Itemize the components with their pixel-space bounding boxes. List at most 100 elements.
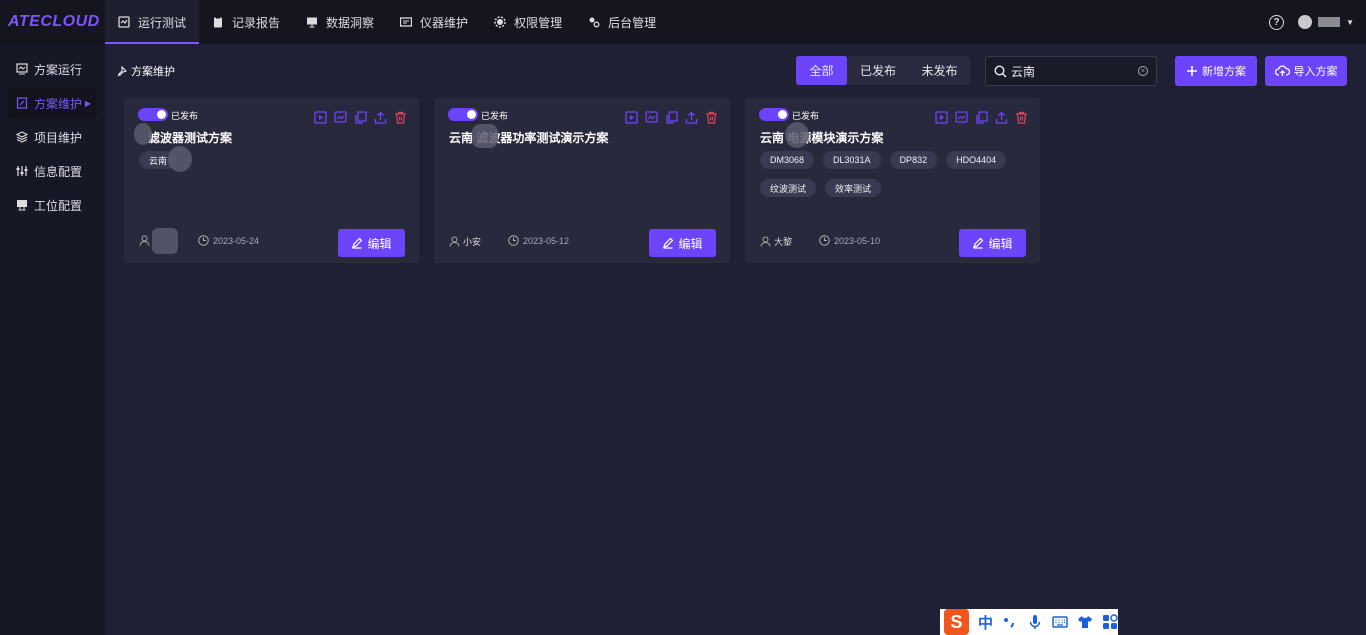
filter-unpublished[interactable]: 未发布 [909, 56, 970, 85]
ime-language-toggle[interactable]: 中 [978, 612, 993, 633]
data-insight-icon [306, 16, 318, 28]
nav-data-insight[interactable]: 数据洞察 [293, 0, 387, 44]
owner-name: 大黎 [774, 237, 793, 247]
plan-owner [139, 235, 153, 246]
plan-tag: HDO4404 [946, 151, 1007, 169]
instrument-icon [400, 16, 413, 28]
edit-button[interactable]: 编辑 [649, 229, 716, 257]
delete-icon[interactable] [705, 111, 718, 124]
sidebar-item-label: 方案运行 [34, 62, 83, 77]
nav-admin[interactable]: 后台管理 [575, 0, 669, 44]
clock-icon [819, 235, 830, 246]
edit-button[interactable]: 编辑 [959, 229, 1026, 257]
user-icon [139, 235, 150, 246]
add-plan-label: 新增方案 [1202, 66, 1246, 78]
card-actions [935, 111, 1028, 124]
plan-date: 2023-05-24 [198, 235, 259, 246]
report-icon [212, 16, 224, 28]
edit-label: 编辑 [988, 236, 1013, 251]
plan-card: 已发布 云南 电源模块演示方案 DM3068 DL3031A DP832 HDO… [745, 98, 1040, 263]
copy-icon[interactable] [665, 111, 678, 124]
card-actions [625, 111, 718, 124]
copy-icon[interactable] [354, 111, 367, 124]
export-icon[interactable] [685, 111, 698, 124]
plan-tag: DP832 [889, 151, 938, 169]
sidebar-item-label: 方案维护 [34, 96, 83, 111]
page-title: 方案维护 [117, 63, 175, 79]
redaction-blur [152, 228, 178, 254]
sogou-logo-icon[interactable]: S [944, 609, 969, 635]
redaction-blur [472, 124, 498, 148]
search-icon [994, 64, 1007, 77]
clear-icon[interactable]: × [1138, 66, 1148, 76]
keyboard-icon[interactable] [1052, 614, 1068, 630]
plan-date: 2023-05-12 [508, 235, 569, 246]
sidebar-item-station-config[interactable]: 工位配置 [8, 190, 97, 220]
nav-instrument[interactable]: 仪器维护 [387, 0, 481, 44]
search-input[interactable] [1011, 64, 1131, 78]
nav-permission[interactable]: 权限管理 [481, 0, 575, 44]
user-menu[interactable]: ▼ [1298, 15, 1354, 29]
nav-report[interactable]: 记录报告 [199, 0, 293, 44]
sidebar-item-project[interactable]: 项目维护 [8, 122, 97, 152]
publish-toggle[interactable] [448, 108, 478, 121]
edit-button[interactable]: 编辑 [338, 229, 405, 257]
date-text: 2023-05-12 [523, 235, 570, 246]
import-plan-button[interactable]: 导入方案 [1265, 56, 1347, 86]
main-nav: 运行测试 记录报告 数据洞察 仪器维护 权限管理 后台管理 [105, 0, 669, 44]
apps-grid-icon[interactable] [1102, 614, 1118, 630]
sidebar-item-plan-maintain[interactable]: 方案维护 ▶ [8, 88, 97, 118]
cloud-upload-icon [1274, 65, 1290, 76]
plan-card: 已发布 云南 滤波器功率测试演示方案 小安 2023-05-12 编辑 [434, 98, 730, 263]
import-plan-label: 导入方案 [1293, 66, 1338, 78]
run-icon[interactable] [625, 111, 638, 124]
plan-date: 2023-05-10 [819, 235, 880, 246]
publish-filter: 全部 已发布 未发布 [796, 56, 970, 85]
admin-icon [588, 16, 600, 28]
help-icon[interactable]: ? [1269, 14, 1285, 30]
copy-icon[interactable] [975, 111, 988, 124]
sidebar: 方案运行 方案维护 ▶ 项目维护 信息配置 工位配置 [0, 44, 105, 635]
plan-title[interactable]: 云南 电源模块演示方案 [760, 129, 883, 146]
nav-label: 记录报告 [232, 15, 281, 30]
run-icon[interactable] [314, 111, 327, 124]
run-test-icon [118, 16, 130, 28]
publish-status: 已发布 [171, 111, 199, 121]
export-icon[interactable] [374, 111, 387, 124]
plan-owner: 小安 [449, 235, 481, 248]
export-icon[interactable] [995, 111, 1008, 124]
user-icon [760, 236, 771, 247]
delete-icon[interactable] [394, 111, 407, 124]
chart-icon[interactable] [645, 111, 658, 124]
nav-run-test[interactable]: 运行测试 [105, 0, 200, 44]
edit-label: 编辑 [367, 236, 392, 251]
plan-maintain-icon [16, 97, 28, 109]
sidebar-item-plan-run[interactable]: 方案运行 [8, 54, 97, 84]
delete-icon[interactable] [1015, 111, 1028, 124]
app-logo[interactable]: ATECLOUD [0, 13, 105, 31]
run-icon[interactable] [935, 111, 948, 124]
sidebar-item-label: 项目维护 [34, 130, 83, 145]
nav-label: 运行测试 [138, 15, 187, 30]
search-box: × [985, 56, 1157, 86]
publish-status: 已发布 [792, 111, 820, 121]
chart-icon[interactable] [955, 111, 968, 124]
plan-title[interactable]: 滤波器测试方案 [148, 129, 232, 146]
chart-icon[interactable] [334, 111, 347, 124]
punctuation-icon[interactable] [1002, 614, 1018, 630]
publish-toggle[interactable] [759, 108, 789, 121]
chevron-down-icon: ▼ [1346, 17, 1354, 27]
caret-right-icon: ▶ [84, 98, 91, 108]
skin-shirt-icon[interactable] [1077, 614, 1093, 630]
plan-owner: 大黎 [760, 235, 792, 248]
user-icon [449, 236, 460, 247]
sidebar-item-label: 工位配置 [34, 198, 83, 213]
add-plan-button[interactable]: 新增方案 [1175, 56, 1257, 86]
station-config-icon [16, 199, 28, 211]
card-actions [314, 111, 407, 124]
filter-published[interactable]: 已发布 [847, 56, 909, 85]
publish-toggle[interactable] [138, 108, 168, 121]
filter-all[interactable]: 全部 [796, 56, 847, 85]
microphone-icon[interactable] [1027, 614, 1043, 630]
sidebar-item-info-config[interactable]: 信息配置 [8, 156, 97, 186]
